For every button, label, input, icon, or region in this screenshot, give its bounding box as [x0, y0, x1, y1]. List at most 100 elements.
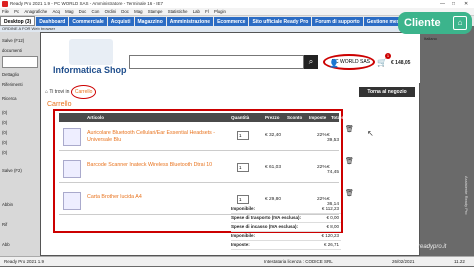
col-sconto: Sconto — [287, 115, 303, 120]
menu-ordini[interactable]: Ordini — [103, 9, 118, 14]
summary-row: Spese di incasso (IVA esclusa): € 8,00 — [231, 223, 341, 232]
search-icon[interactable]: ⌕ — [304, 55, 318, 69]
references-label: Riferimenti — [2, 82, 23, 87]
window-titlebar: Ready Pro 2021 1.9 - PC WORLD SAS - Ammi… — [0, 0, 474, 8]
trash-icon[interactable]: 🗑 — [345, 125, 354, 133]
col-totale: Totale — [331, 115, 344, 120]
product-thumbnail[interactable] — [63, 128, 81, 146]
summary-label: Imposte: — [231, 242, 250, 247]
menu-anagrafiche[interactable]: Anagrafiche — [22, 9, 49, 14]
app-icon — [2, 1, 8, 7]
storefront-icon: ⌂ — [453, 16, 467, 30]
count-4: (0) — [2, 140, 8, 145]
quantity-select[interactable]: 1 — [237, 195, 249, 204]
summary-label: Imponibile: — [231, 233, 255, 238]
menu-statistiche[interactable]: Statistiche — [166, 9, 190, 14]
cart-row: Auricolare Bluetooth Cellulari/Ear Essen… — [59, 125, 354, 151]
language-label[interactable]: Italiano — [424, 36, 437, 41]
menu-con[interactable]: Con — [90, 9, 102, 14]
right-panel: Italiano Assistente Ready Pro — [420, 26, 474, 256]
shop-logo-text[interactable]: Informatica Shop — [53, 65, 127, 75]
product-thumbnail[interactable] — [63, 160, 81, 178]
summary-row: Spese di trasporto (IVA esclusa): € 0,00 — [231, 214, 341, 223]
tab-forum[interactable]: Forum di supporto — [312, 17, 363, 26]
assistant-label[interactable]: Assistente Ready Pro — [464, 176, 469, 214]
trash-icon[interactable]: 🗑 — [345, 189, 354, 197]
product-price: € 61,03 — [265, 165, 282, 170]
home-icon[interactable]: ⌂ — [45, 89, 48, 95]
product-total: € 74,45 — [327, 165, 340, 175]
shop-header: Informatica Shop ⌕ 👤 PC WORLD SAS 🛒 1 € … — [41, 33, 421, 83]
rif-tab[interactable]: Rif — [2, 222, 7, 227]
tab-magazzino[interactable]: Magazzino — [134, 17, 166, 26]
summary-label: Spese di incasso (IVA esclusa): — [231, 224, 299, 229]
product-name[interactable]: Carta Brother lucida A4 — [87, 194, 222, 201]
cart-amount: € 148,05 — [391, 60, 411, 66]
tab-ecommerce[interactable]: Ecommerce — [214, 17, 249, 26]
cart-count-badge: 1 — [385, 53, 391, 59]
save-f12-button[interactable]: Salve (F12) — [2, 38, 24, 43]
menu-pc[interactable]: Pc — [12, 9, 21, 14]
cliente-label: Cliente — [404, 17, 441, 29]
product-tax: 22% — [317, 133, 327, 138]
summary-value: € 0,00 — [326, 215, 339, 220]
product-tax: 22% — [317, 197, 327, 202]
summary-value: € 8,00 — [326, 224, 339, 229]
summary-row: Imposte: € 26,71 — [231, 241, 341, 250]
tab-commerciale[interactable]: Commerciale — [69, 17, 107, 26]
menu-mag2[interactable]: Mag — [132, 9, 144, 14]
documents-box — [2, 56, 38, 68]
breadcrumb: ⌂ Ti trovi in Carrello — [45, 85, 345, 99]
close-button[interactable]: ✕ — [464, 0, 468, 8]
back-to-shop-button[interactable]: Torna al negozio — [359, 87, 415, 97]
tab-desktop[interactable]: Desktop (3) — [0, 16, 36, 26]
menu-file[interactable]: File — [0, 9, 11, 14]
cliente-badge[interactable]: Cliente ⌂ — [398, 12, 472, 34]
window-title: Ready Pro 2021 1.9 - PC WORLD SAS - Ammi… — [10, 1, 163, 6]
save-f2-button[interactable]: Salve (F2) — [2, 168, 22, 173]
tab-dashboard[interactable]: Dashboard — [36, 17, 69, 26]
menu-stampe[interactable]: Stampe — [146, 9, 165, 14]
watermark: readypro.it — [418, 244, 447, 250]
trash-icon[interactable]: 🗑 — [345, 157, 354, 165]
tab-amministrazione[interactable]: Amministrazione — [166, 17, 214, 26]
summary-row: Imponibile: € 112,23 — [231, 205, 341, 214]
breadcrumb-prefix: Ti trovi in — [49, 89, 70, 95]
summary-value: € 120,23 — [321, 233, 339, 238]
col-quantita: Quantità — [231, 115, 250, 120]
cart-row: Barcode Scanner Inateck Wireless Bluetoo… — [59, 157, 354, 183]
product-name[interactable]: Barcode Scanner Inateck Wireless Bluetoo… — [87, 162, 222, 169]
web-browser-panel: Informatica Shop ⌕ 👤 PC WORLD SAS 🛒 1 € … — [40, 32, 421, 256]
minimize-button[interactable]: — — [440, 0, 445, 8]
menu-mag[interactable]: Mag — [63, 9, 75, 14]
menu-fl[interactable]: Fl — [203, 9, 211, 14]
tab-sito-ufficiale[interactable]: Sito ufficiale Ready Pro — [249, 17, 312, 26]
product-thumbnail[interactable] — [63, 192, 81, 210]
count-1: (0) — [2, 110, 8, 115]
menu-doc2[interactable]: Doc — [119, 9, 131, 14]
menu-doc[interactable]: Doc — [77, 9, 89, 14]
product-name[interactable]: Auricolare Bluetooth Cellulari/Ear Essen… — [87, 130, 222, 143]
quantity-select[interactable]: 1 — [237, 163, 249, 172]
mouse-cursor-icon: ↖ — [367, 129, 374, 138]
abbin-tab[interactable]: Abbin — [2, 202, 13, 207]
maximize-button[interactable]: □ — [452, 0, 455, 8]
col-articolo: Articolo — [87, 115, 105, 120]
product-price: € 29,80 — [265, 197, 282, 202]
menu-acq[interactable]: Acq — [51, 9, 62, 14]
cart-icon[interactable]: 🛒 — [377, 58, 387, 67]
breadcrumb-cart-link[interactable]: Carrello — [70, 85, 97, 99]
status-bar: Ready Pro 2021 1.9 Intestataria licenza … — [0, 256, 474, 266]
menu-lab[interactable]: Lab — [191, 9, 202, 14]
quantity-select[interactable]: 1 — [237, 131, 249, 140]
count-3: (0) — [2, 130, 8, 135]
tab-acquisti[interactable]: Acquisti — [107, 17, 134, 26]
summary-label: Spese di trasporto (IVA esclusa): — [231, 215, 302, 220]
user-icon: 👤 — [329, 59, 339, 68]
menu-plugin[interactable]: Plugin — [212, 9, 228, 14]
search-input[interactable] — [129, 55, 304, 69]
abb-tab[interactable]: Abb — [2, 242, 10, 247]
search-label[interactable]: Ricerca — [2, 96, 17, 101]
documents-label: documenti — [2, 48, 22, 53]
user-account-button[interactable]: 👤 PC WORLD SAS — [323, 54, 375, 70]
